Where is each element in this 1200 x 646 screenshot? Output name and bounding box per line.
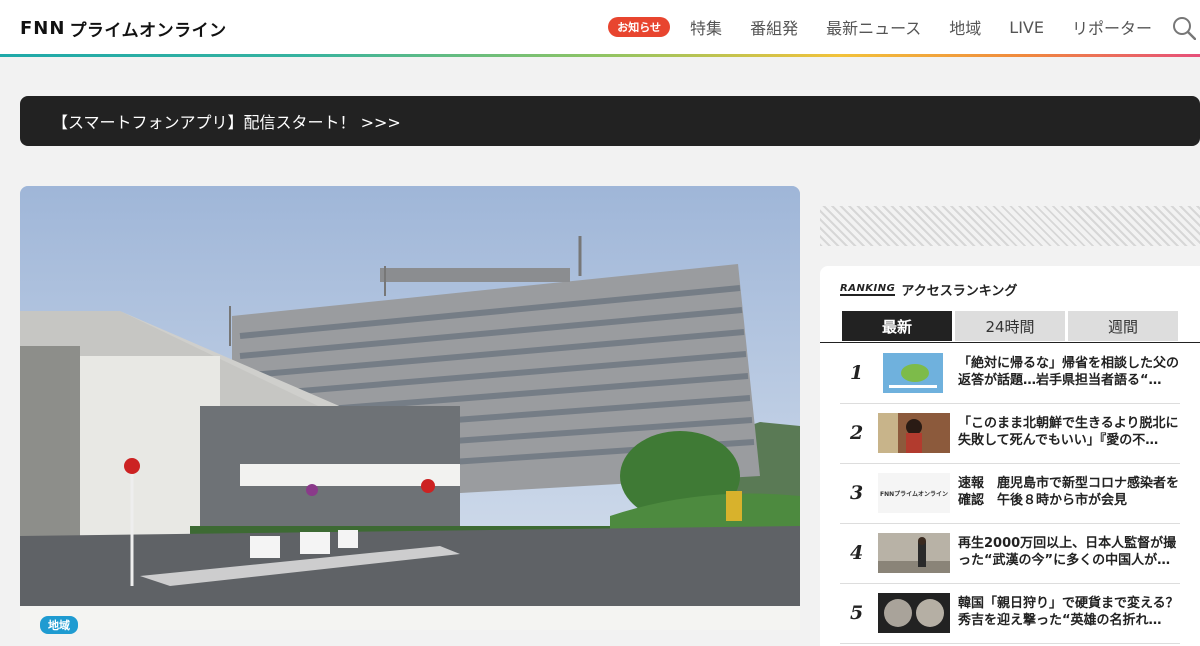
decorative-stripe: [820, 206, 1200, 246]
ranking-panel: RANKING アクセスランキング 最新 24時間 週間 1 「絶対に帰るな」帰…: [820, 266, 1200, 646]
ranking-tabs: 最新 24時間 週間: [842, 311, 1178, 341]
logo-text: プライムオンライン: [69, 20, 227, 41]
nav-item-programs[interactable]: 番組発: [750, 15, 798, 39]
nav-item-live[interactable]: LIVE: [1009, 18, 1044, 37]
ranking-item[interactable]: 2 「このまま北朝鮮で生きるより脱北に失敗して死んでもいい」『愛の不…: [840, 404, 1180, 464]
app-banner[interactable]: 【スマートフォンアプリ】配信スタート！ >>>: [20, 96, 1200, 146]
search-icon[interactable]: [1172, 16, 1196, 40]
article-thumbnail: [878, 413, 950, 453]
rank-number: 3: [850, 482, 864, 504]
ranking-header: RANKING アクセスランキング: [840, 280, 1017, 299]
rank-number: 5: [850, 602, 864, 624]
article-title: 韓国「親日狩り」で硬貨まで変える？秀吉を迎え撃った“英雄の名折れ…: [958, 596, 1179, 628]
ranking-item[interactable]: 4 再生2000万回以上、日本人監督が撮った“武漢の今”に多くの中国人が…: [840, 524, 1180, 584]
ranking-item[interactable]: 1 「絶対に帰るな」帰省を相談した父の返答が話題…岩手県担当者語る“…: [840, 344, 1180, 404]
thumbnail-logo-text: FNNプライムオンライン: [879, 490, 949, 498]
tab-latest[interactable]: 最新: [842, 311, 952, 341]
nav-item-features[interactable]: 特集: [690, 15, 722, 39]
article-thumbnail: [878, 593, 950, 633]
rank-number: 2: [850, 422, 864, 444]
tab-24h[interactable]: 24時間: [955, 311, 1065, 341]
rank-number: 1: [850, 362, 864, 384]
site-header: FNN プライムオンライン お知らせ 特集 番組発 最新ニュース 地域 LIVE…: [0, 0, 1200, 54]
nav-item-reporter[interactable]: リポーター: [1072, 15, 1152, 39]
article-title: 再生2000万回以上、日本人監督が撮った“武漢の今”に多くの中国人が…: [958, 536, 1177, 568]
article-thumbnail: FNNプライムオンライン: [878, 473, 950, 513]
hero-image[interactable]: [20, 186, 800, 630]
article-title: 「絶対に帰るな」帰省を相談した父の返答が話題…岩手県担当者語る“…: [958, 356, 1180, 388]
nav-item-latest-news[interactable]: 最新ニュース: [826, 15, 921, 39]
ranking-title: アクセスランキング: [901, 284, 1018, 299]
tab-divider: [820, 342, 1200, 343]
banner-text: 【スマートフォンアプリ】配信スタート！ >>>: [52, 113, 401, 132]
article-title: 「このまま北朝鮮で生きるより脱北に失敗して死んでもいい」『愛の不…: [958, 416, 1179, 448]
header-color-bar: [0, 54, 1200, 57]
article-title: 速報 鹿児島市で新型コロナ感染者を確認 午後８時から市が会見: [958, 476, 1180, 508]
main-nav: お知らせ 特集 番組発 最新ニュース 地域 LIVE リポーター: [608, 0, 1152, 54]
nav-item-region[interactable]: 地域: [949, 15, 981, 39]
notice-badge[interactable]: お知らせ: [608, 17, 671, 37]
ranking-item[interactable]: 3 FNNプライムオンライン 速報 鹿児島市で新型コロナ感染者を確認 午後８時か…: [840, 464, 1180, 524]
article-thumbnail: [883, 353, 943, 393]
tab-weekly[interactable]: 週間: [1068, 311, 1178, 341]
rank-number: 4: [850, 542, 864, 564]
ranking-item[interactable]: 5 韓国「親日狩り」で硬貨まで変える？秀吉を迎え撃った“英雄の名折れ…: [840, 584, 1180, 644]
article-thumbnail: [878, 533, 950, 573]
site-logo[interactable]: FNN プライムオンライン: [20, 17, 227, 41]
category-tag[interactable]: 地域: [40, 616, 78, 634]
ranking-badge: RANKING: [840, 283, 896, 296]
logo-prefix: FNN: [20, 17, 66, 39]
